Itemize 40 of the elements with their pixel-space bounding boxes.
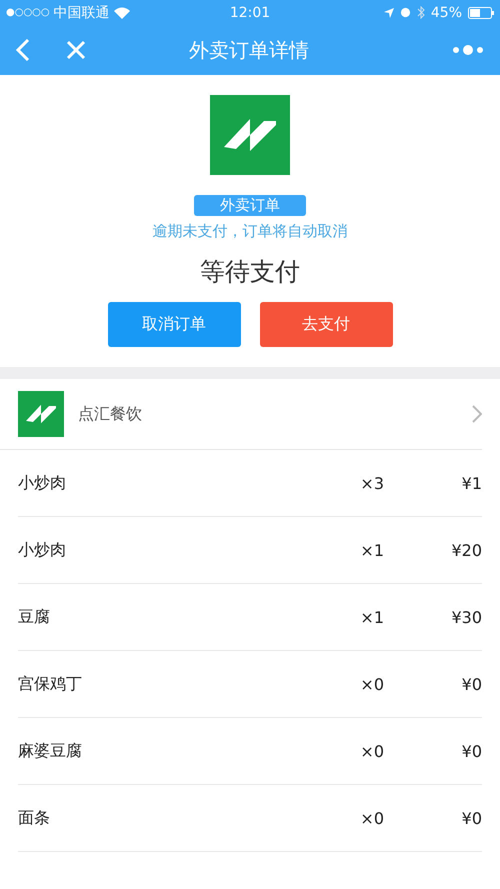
close-icon[interactable] (66, 40, 86, 60)
item-price: ¥1 (460, 474, 482, 492)
item-price: ¥0 (460, 674, 482, 694)
more-icon[interactable] (452, 44, 484, 56)
item-name: 宫保鸡丁 (18, 674, 83, 694)
order-type-badge: 外卖订单 (194, 195, 306, 216)
item-price: ¥0 (460, 808, 482, 828)
order-status: 等待支付 (200, 256, 300, 288)
signal-strength: ●○○○○ (6, 7, 50, 18)
item-quantity: ×3 (359, 474, 384, 492)
item-quantity: ×0 (359, 742, 384, 760)
clock-time: 12:01 (228, 4, 272, 20)
chevron-right-icon (472, 405, 482, 423)
item-quantity: ×0 (359, 674, 384, 694)
wifi-icon (114, 6, 130, 18)
page-title: 外卖订单详情 (188, 36, 310, 64)
item-quantity: ×1 (359, 608, 384, 626)
item-price: ¥30 (450, 608, 482, 626)
logo-icon (18, 391, 64, 437)
shop-name: 点汇餐饮 (78, 404, 143, 424)
location-icon (384, 8, 394, 18)
item-name: 麻婆豆腐 (18, 740, 83, 762)
item-quantity: ×0 (359, 808, 384, 828)
bluetooth-icon (416, 6, 425, 19)
item-price: ¥0 (460, 742, 482, 760)
item-price: ¥20 (450, 540, 482, 560)
item-name: 小炒肉 (18, 472, 67, 494)
item-name: 小炒肉 (18, 540, 67, 560)
carrier-name: 中国联通 (54, 4, 110, 22)
shop-row[interactable]: 点汇餐饮 (0, 379, 482, 450)
cancel-order-button[interactable]: 取消订单 (108, 302, 240, 347)
item-name: 面条 (18, 808, 51, 828)
item-name: 豆腐 (18, 606, 51, 628)
payment-notice: 逾期未支付，订单将自动取消 (152, 222, 348, 241)
logo-icon (210, 95, 290, 175)
battery-icon (468, 6, 494, 18)
item-quantity: ×1 (359, 540, 384, 560)
pay-button[interactable]: 去支付 (260, 302, 392, 347)
back-icon[interactable] (16, 39, 30, 61)
battery-level: 45% (430, 4, 462, 20)
